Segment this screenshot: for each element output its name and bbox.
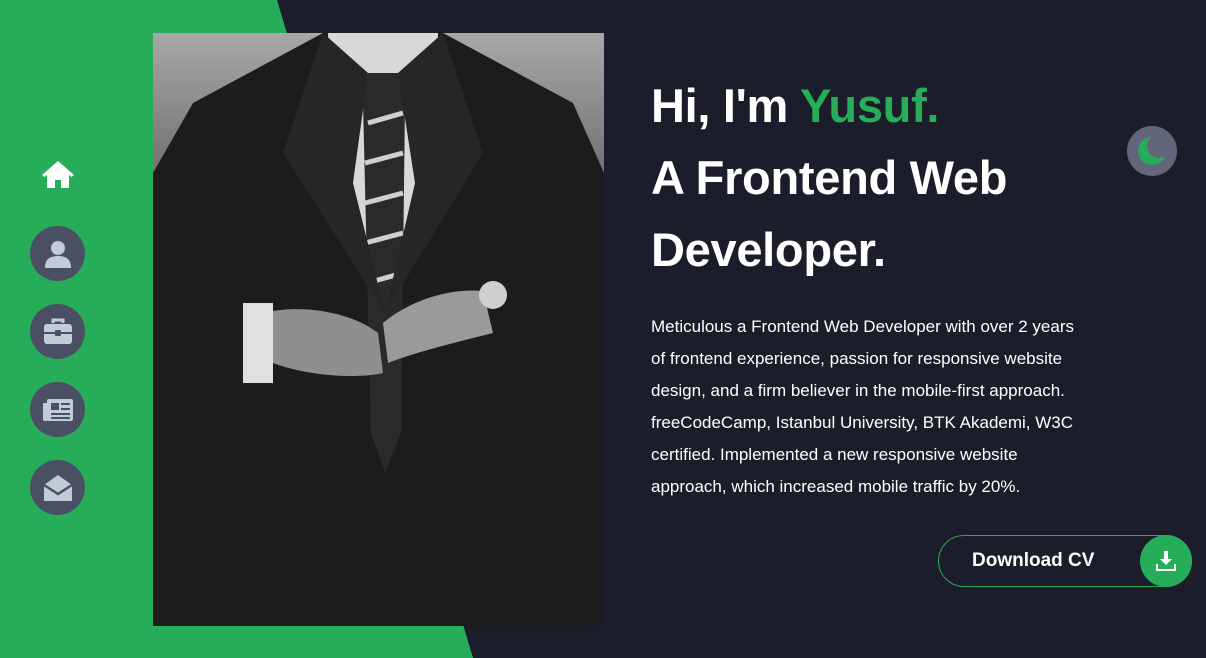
download-icon (1156, 551, 1176, 571)
home-icon (41, 160, 74, 188)
nav-portfolio-button[interactable] (30, 304, 85, 359)
name-text: Yusuf. (799, 79, 940, 132)
man-in-suit-image (153, 33, 604, 626)
hero-description: Meticulous a Frontend Web Developer with… (651, 317, 1074, 496)
role-line-2: Developer. (651, 223, 886, 276)
download-cv-button[interactable]: Download CV (938, 535, 1192, 587)
role-line-1: A Frontend Web (651, 151, 1008, 204)
theme-toggle-button[interactable] (1127, 126, 1177, 176)
nav-about-button[interactable] (30, 226, 85, 281)
moon-icon (1138, 134, 1171, 165)
nav-home-button[interactable] (30, 148, 85, 203)
nav-contact-button[interactable] (30, 460, 85, 515)
envelope-open-icon (42, 474, 73, 501)
hero-heading: Hi, I'm Yusuf. A Frontend Web Developer. (651, 70, 1111, 286)
greeting-text: Hi, I'm (651, 79, 800, 132)
user-icon (44, 240, 71, 268)
briefcase-icon (43, 318, 72, 344)
download-cv-label: Download CV (972, 550, 1095, 571)
nav-blog-button[interactable] (30, 382, 85, 437)
side-nav (30, 148, 85, 515)
download-icon-circle (1140, 535, 1192, 587)
profile-photo (153, 33, 604, 626)
newspaper-icon (42, 398, 73, 421)
